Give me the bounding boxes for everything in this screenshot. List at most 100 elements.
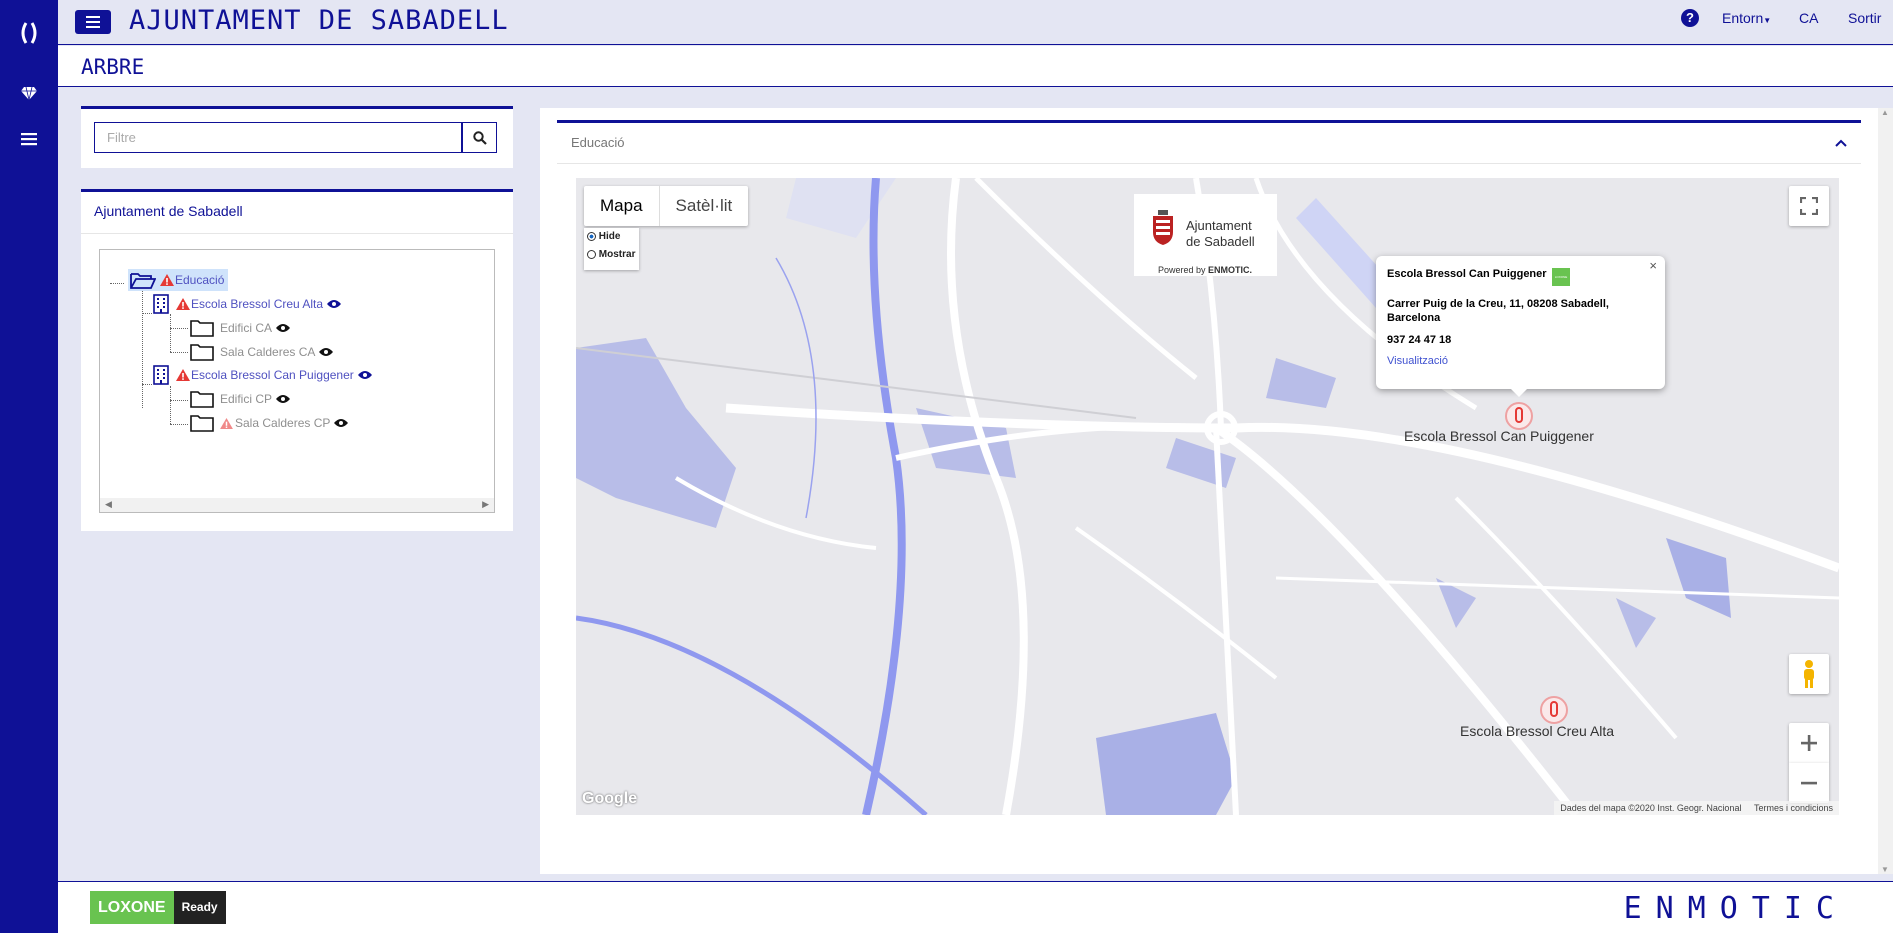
city-logo-overlay: Ajuntament de Sabadell Powered by ENMOTI… [1134, 194, 1277, 276]
eye-icon[interactable] [357, 370, 372, 380]
map-type-satellite-button[interactable]: Satèl·lit [658, 186, 749, 226]
tree-connector [170, 314, 171, 352]
map-card: Educació Mapa Satèl·lit Hide Mostrar Aju… [540, 108, 1878, 874]
alert-icon [176, 298, 190, 310]
app-title: AJUNTAMENT DE SABADELL [129, 5, 509, 36]
tree-connector [142, 313, 152, 314]
marker-visibility-control: Hide Mostrar [584, 228, 639, 270]
page-header: ARBRE [58, 46, 1893, 87]
minus-icon [1801, 781, 1817, 785]
plus-icon [1801, 735, 1817, 751]
tree-node-label: Educació [175, 273, 225, 287]
tree-node-sala-calderes-ca[interactable]: Sala Calderes CA [190, 341, 334, 363]
eye-icon[interactable] [319, 347, 334, 357]
map-marker-label: Escola Bressol Creu Alta [1460, 723, 1615, 739]
map-type-mapa-button[interactable]: Mapa [584, 186, 659, 226]
terms-link[interactable]: Termes i condicions [1754, 803, 1833, 813]
close-icon[interactable]: × [1649, 258, 1657, 273]
alert-icon [160, 274, 174, 286]
map-marker-icon[interactable] [1539, 695, 1569, 725]
tree-connector [110, 283, 124, 284]
tree-view: Educació Escola Bressol Creu Alta Edific… [99, 249, 495, 513]
map-card-header[interactable]: Educació [557, 120, 1861, 164]
map-attribution: Dades del mapa ©2020 Inst. Geogr. Nacion… [1554, 801, 1839, 815]
scroll-down-icon[interactable]: ▼ [1881, 865, 1889, 874]
folder-open-icon [130, 273, 156, 289]
hamburger-menu-button[interactable] [75, 10, 111, 34]
map-data-credit: Dades del mapa ©2020 Inst. Geogr. Nacion… [1560, 803, 1742, 813]
page-vertical-scrollbar[interactable]: ▲ ▼ [1878, 108, 1893, 874]
tree-node-escola-creu-alta[interactable]: Escola Bressol Creu Alta [152, 293, 342, 315]
loxone-label: LOXONE [90, 891, 174, 924]
city-shield-icon [1153, 210, 1173, 245]
info-window-pointer [1511, 389, 1527, 397]
info-window-phone: 937 24 47 18 [1387, 334, 1452, 346]
fullscreen-button[interactable] [1789, 186, 1829, 226]
tree-node-label: Sala Calderes CA [220, 345, 316, 359]
scroll-up-icon[interactable]: ▲ [1881, 108, 1889, 117]
radio-unchecked-icon [587, 249, 596, 259]
filter-panel: Filtre [81, 106, 513, 168]
enmotic-brand: ENMOTIC [1623, 891, 1848, 926]
tree-horizontal-scrollbar[interactable]: ◀ ▶ [100, 498, 494, 512]
help-icon[interactable]: ? [1681, 9, 1699, 27]
map-card-title: Educació [571, 135, 625, 150]
list-icon[interactable] [0, 132, 58, 151]
tree-connector [170, 328, 188, 329]
info-window-link[interactable]: Visualització [1387, 355, 1448, 367]
google-logo: Google [582, 790, 638, 807]
caret-down-icon: ▼ [1763, 16, 1772, 25]
radio-mostrar[interactable]: Mostrar [587, 249, 635, 260]
city-logo-line1: Ajuntament [1186, 218, 1252, 233]
alert-icon [176, 369, 190, 381]
environment-label: Entorn [1722, 10, 1764, 26]
map-marker-icon[interactable] [1504, 401, 1534, 431]
app-logo-icon[interactable] [0, 20, 58, 51]
tree-node-edifici-ca[interactable]: Edifici CA [190, 317, 291, 339]
ready-label: Ready [173, 891, 226, 924]
zoom-in-button[interactable] [1789, 723, 1829, 763]
page-title: ARBRE [81, 55, 145, 79]
info-window: Escola Bressol Can Puiggener LOXONE × Ca… [1376, 256, 1665, 397]
eye-icon[interactable] [276, 394, 291, 404]
tree-node-escola-can-puiggener[interactable]: Escola Bressol Can Puiggener [152, 364, 372, 386]
eye-icon[interactable] [327, 299, 342, 309]
folder-icon [190, 320, 214, 337]
tree-node-label: Edifici CA [220, 321, 273, 335]
building-icon [153, 365, 169, 385]
eye-icon[interactable] [334, 418, 349, 428]
tree-node-label: Sala Calderes CP [235, 416, 331, 430]
search-button[interactable] [462, 122, 497, 153]
filter-input[interactable]: Filtre [94, 122, 462, 153]
diamond-icon[interactable] [0, 86, 58, 105]
tree-node-label: Edifici CP [220, 392, 273, 406]
folder-icon [190, 415, 214, 432]
scroll-left-icon[interactable]: ◀ [105, 499, 112, 510]
pegman-icon [1804, 660, 1814, 688]
street-view-pegman-button[interactable] [1789, 654, 1829, 694]
map-marker-label: Escola Bressol Can Puiggener [1404, 428, 1594, 444]
tree-connector [142, 290, 143, 408]
tree-node-edifici-cp[interactable]: Edifici CP [190, 388, 291, 410]
chevron-up-icon[interactable] [1835, 139, 1847, 147]
eye-icon[interactable] [276, 323, 291, 333]
map-view[interactable]: Mapa Satèl·lit Hide Mostrar Ajuntament d… [576, 178, 1839, 815]
scroll-right-icon[interactable]: ▶ [482, 499, 489, 510]
language-selector[interactable]: CA [1799, 10, 1818, 26]
radio-hide[interactable]: Hide [587, 231, 620, 242]
top-bar: AJUNTAMENT DE SABADELL ? Entorn▼ CA Sort… [58, 0, 1893, 45]
tree-connector [170, 400, 188, 401]
logout-link[interactable]: Sortir [1848, 10, 1881, 26]
building-icon [153, 294, 169, 314]
tree-connector [142, 384, 152, 385]
environment-dropdown[interactable]: Entorn▼ [1722, 10, 1771, 26]
tree-panel-title: Ajuntament de Sabadell [81, 192, 513, 234]
tree-connector [170, 424, 188, 425]
tree-panel: Ajuntament de Sabadell Educació Escola B… [81, 189, 513, 531]
tree-node-sala-calderes-cp[interactable]: Sala Calderes CP [190, 412, 349, 434]
tree-node-educacio[interactable]: Educació [128, 269, 229, 291]
zoom-out-button[interactable] [1789, 763, 1829, 803]
folder-icon [190, 344, 214, 361]
powered-by-label: Powered by ENMOTIC. [1158, 265, 1253, 275]
folder-icon [190, 391, 214, 408]
